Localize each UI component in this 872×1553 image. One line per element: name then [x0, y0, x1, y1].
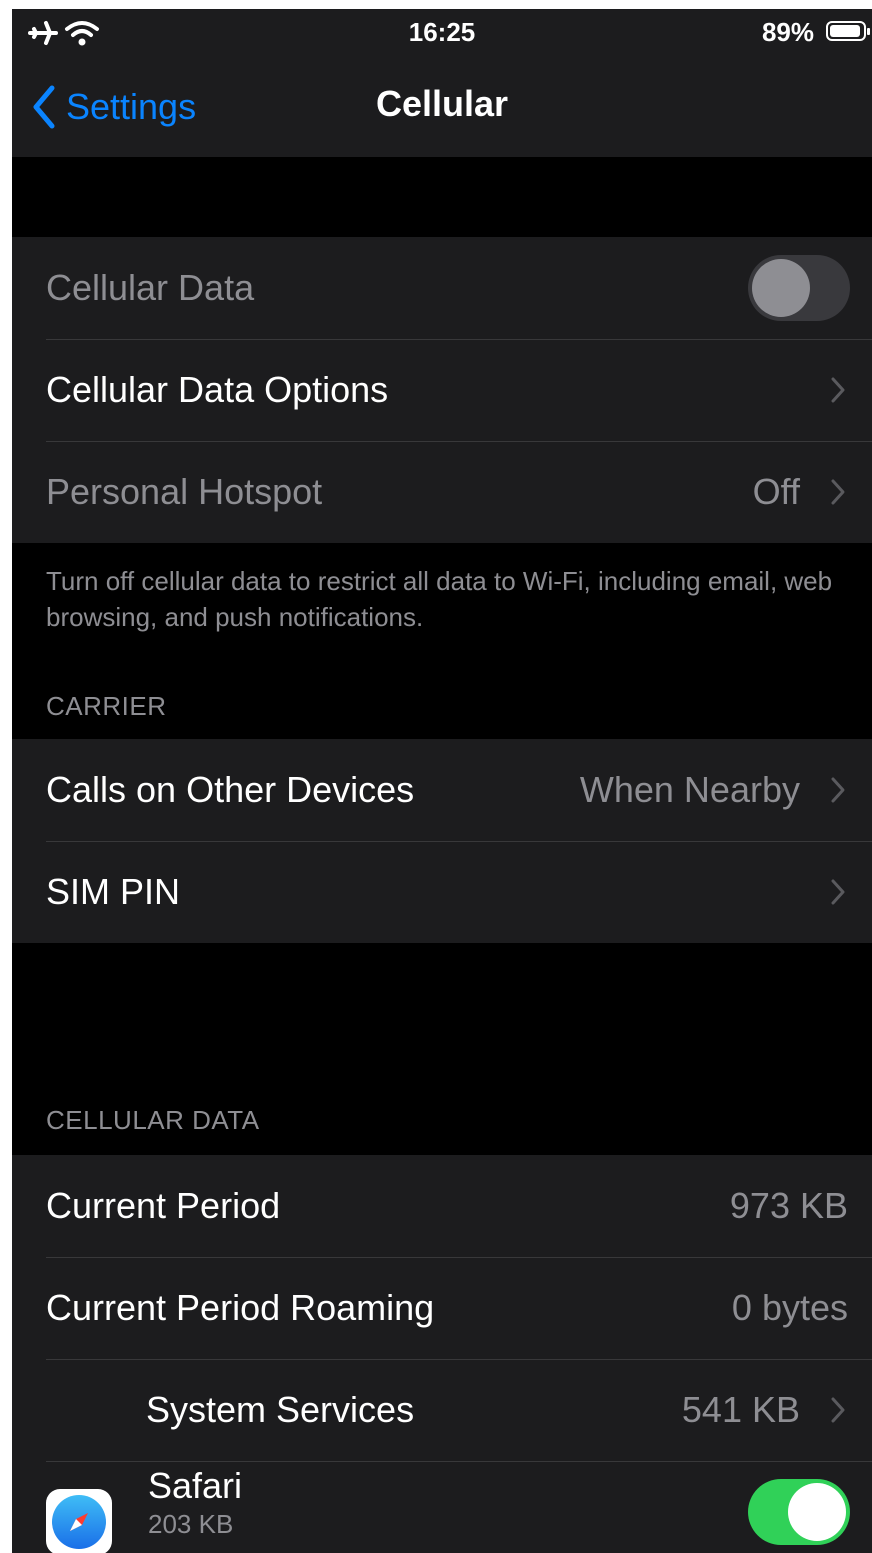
cellular-data-header: CELLULAR DATA — [46, 1105, 260, 1135]
cellular-data-label: Cellular Data — [46, 267, 255, 308]
status-time: 16:25 — [408, 17, 476, 47]
chevron-right-icon — [831, 377, 845, 403]
screen: 16:25 89% Settings Cellular Cellular Dat… — [12, 9, 872, 1553]
sim-pin-label: SIM PIN — [46, 871, 181, 912]
cellular-usage-group: Current Period 973 KB Current Period Roa… — [12, 1155, 872, 1553]
current-period-label: Current Period — [46, 1185, 281, 1226]
cellular-data-options-label: Cellular Data Options — [46, 369, 389, 410]
battery-icon — [826, 21, 870, 41]
page-title: Cellular — [375, 83, 509, 124]
calls-on-other-devices-label: Calls on Other Devices — [46, 769, 415, 810]
current-period-roaming-row: Current Period Roaming 0 bytes — [12, 1257, 872, 1359]
personal-hotspot-label: Personal Hotspot — [46, 471, 323, 512]
status-bar: 16:25 89% — [12, 9, 872, 57]
sim-pin-row[interactable]: SIM PIN — [12, 841, 872, 943]
current-period-value: 973 KB — [729, 1185, 848, 1226]
safari-row: Safari 203 KB — [12, 1461, 872, 1553]
chevron-right-icon — [831, 1397, 845, 1423]
cellular-data-options-row[interactable]: Cellular Data Options — [12, 339, 872, 441]
current-period-roaming-label: Current Period Roaming — [46, 1287, 435, 1328]
safari-usage: 203 KB — [148, 1509, 234, 1539]
cellular-footer-text: Turn off cellular data to restrict all d… — [46, 566, 833, 632]
current-period-row: Current Period 973 KB — [12, 1155, 872, 1257]
calls-on-other-devices-value: When Nearby — [579, 769, 800, 810]
chevron-right-icon — [831, 777, 845, 803]
carrier-header: CARRIER — [46, 691, 167, 721]
personal-hotspot-row[interactable]: Personal Hotspot Off — [12, 441, 872, 543]
cellular-data-toggle[interactable] — [748, 255, 850, 321]
chevron-right-icon — [831, 479, 845, 505]
system-services-row[interactable]: System Services 541 KB — [12, 1359, 872, 1461]
system-services-value: 541 KB — [681, 1389, 800, 1430]
battery-percent: 89% — [761, 17, 814, 47]
safari-toggle[interactable] — [748, 1479, 850, 1545]
navigation-bar: Settings Cellular — [12, 57, 872, 157]
cellular-group: Cellular Data Cellular Data Options Pers… — [12, 237, 872, 543]
calls-on-other-devices-row[interactable]: Calls on Other Devices When Nearby — [12, 739, 872, 841]
carrier-group: Calls on Other Devices When Nearby SIM P… — [12, 739, 872, 943]
personal-hotspot-value: Off — [752, 471, 800, 512]
safari-icon — [46, 1489, 112, 1553]
cellular-data-row: Cellular Data — [12, 237, 872, 339]
chevron-right-icon — [831, 879, 845, 905]
current-period-roaming-value: 0 bytes — [731, 1287, 848, 1328]
